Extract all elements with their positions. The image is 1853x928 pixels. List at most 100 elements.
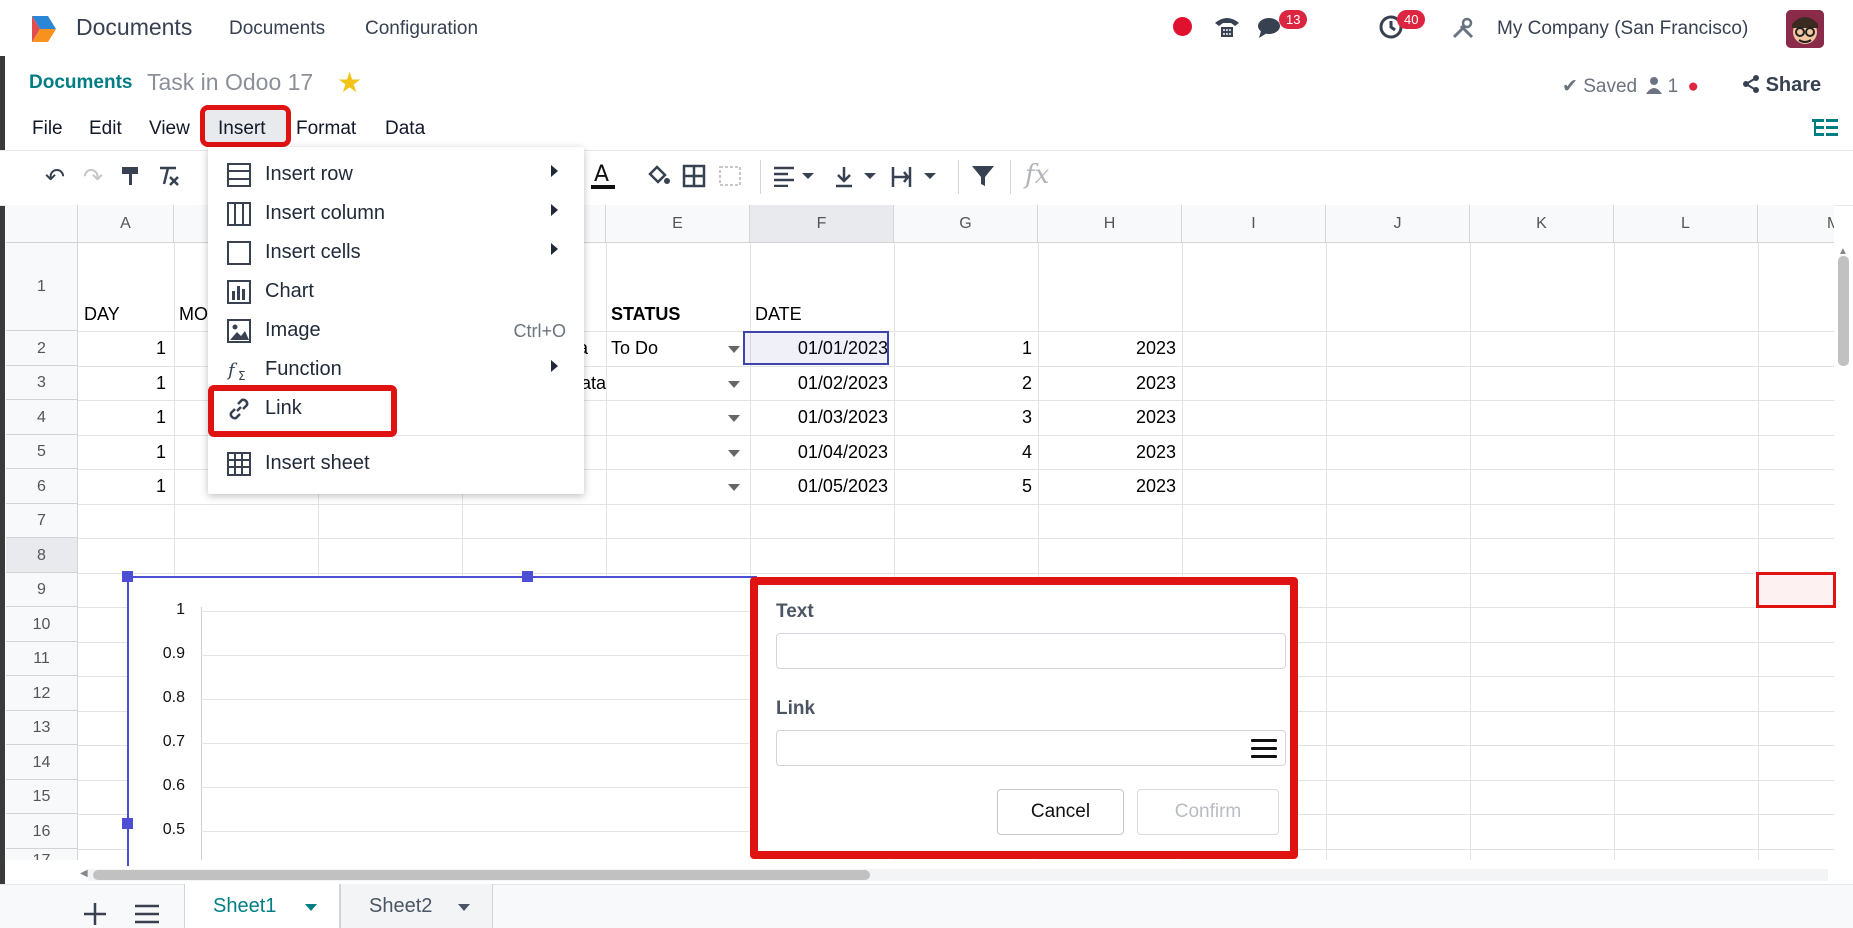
cell-f6[interactable]: 01/05/2023 (755, 476, 888, 497)
menu-edit[interactable]: Edit (89, 118, 122, 140)
row-header-2[interactable]: 2 (6, 331, 78, 366)
confirm-button[interactable]: Confirm (1137, 789, 1279, 835)
side-panel-icon[interactable] (1812, 117, 1838, 141)
column-header-k[interactable]: K (1470, 205, 1614, 243)
cell-b1[interactable]: MO (179, 304, 208, 325)
column-header-m[interactable]: M (1758, 205, 1834, 243)
selected-cell-f8[interactable] (743, 331, 889, 365)
cell-a5[interactable]: 1 (120, 442, 166, 463)
cell-a6[interactable]: 1 (120, 476, 166, 497)
cell-f3[interactable]: 01/02/2023 (755, 373, 888, 394)
status-dropdown-arrow-icon[interactable] (728, 415, 740, 422)
link-url-input[interactable] (776, 730, 1286, 766)
row-header-13[interactable]: 13 (6, 711, 78, 745)
vertical-align-icon[interactable] (832, 165, 878, 189)
cell-g4[interactable]: 3 (900, 407, 1032, 428)
menu-item-insert-row[interactable]: Insert row (208, 155, 584, 194)
undo-icon[interactable]: ↶ (45, 163, 65, 192)
status-dropdown-arrow-icon[interactable] (728, 484, 740, 491)
row-header-12[interactable]: 12 (6, 676, 78, 711)
company-switcher[interactable]: My Company (San Francisco) (1497, 18, 1748, 40)
cell-a4[interactable]: 1 (120, 407, 166, 428)
row-header-3[interactable]: 3 (6, 366, 78, 400)
row-header-11[interactable]: 11 (6, 642, 78, 676)
cell-f4[interactable]: 01/03/2023 (755, 407, 888, 428)
menu-item-insert-column[interactable]: Insert column (208, 194, 584, 233)
menu-item-chart[interactable]: Chart (208, 272, 584, 311)
nav-configuration[interactable]: Configuration (365, 18, 478, 40)
link-text-input[interactable] (776, 633, 1286, 669)
nav-documents[interactable]: Documents (229, 18, 325, 40)
column-header-i[interactable]: I (1182, 205, 1326, 243)
cell-a1[interactable]: DAY (84, 304, 120, 325)
chevron-down-icon[interactable] (305, 904, 317, 911)
menu-format[interactable]: Format (296, 118, 356, 140)
menu-item-image[interactable]: Image Ctrl+O (208, 311, 584, 350)
horizontal-scrollbar-thumb[interactable] (93, 870, 870, 880)
share-button[interactable]: Share (1742, 74, 1821, 97)
status-dropdown-arrow-icon[interactable] (728, 346, 740, 353)
scroll-up-arrow-icon[interactable]: ▲ (1838, 246, 1848, 257)
sheet-list-icon[interactable] (133, 904, 161, 924)
column-header-e[interactable]: E (606, 205, 750, 243)
cell-h6[interactable]: 2023 (1044, 476, 1176, 497)
favorite-star-icon[interactable]: ★ (337, 66, 362, 99)
add-sheet-icon[interactable] (82, 901, 108, 927)
cell-h2[interactable]: 2023 (1044, 338, 1176, 359)
cell-f5[interactable]: 01/04/2023 (755, 442, 888, 463)
cell-a2[interactable]: 1 (120, 338, 166, 359)
column-header-j[interactable]: J (1326, 205, 1470, 243)
row-header-10[interactable]: 10 (6, 607, 78, 642)
column-header-h[interactable]: H (1038, 205, 1182, 243)
cell-f1[interactable]: DATE (755, 304, 802, 325)
merge-cells-icon[interactable] (718, 164, 742, 188)
sheet-tab-sheet1[interactable]: Sheet1 (184, 884, 340, 928)
cell-g5[interactable]: 4 (900, 442, 1032, 463)
row-header-16[interactable]: 16 (6, 814, 78, 849)
user-avatar[interactable] (1786, 10, 1824, 48)
column-header-l[interactable]: L (1614, 205, 1758, 243)
chart-resize-handle[interactable] (122, 818, 133, 829)
vertical-scrollbar-thumb[interactable] (1838, 256, 1849, 366)
cell-e2[interactable]: To Do (611, 338, 658, 359)
row-header-17[interactable]: 17 (6, 849, 78, 860)
menu-item-insert-cells[interactable]: Insert cells (208, 233, 584, 272)
scroll-left-arrow-icon[interactable]: ◀ (80, 868, 88, 879)
text-color-icon[interactable]: A (590, 161, 616, 191)
status-dropdown-arrow-icon[interactable] (728, 450, 740, 457)
row-header-4[interactable]: 4 (6, 400, 78, 435)
recording-dot-icon[interactable] (1173, 17, 1192, 36)
chart-resize-handle[interactable] (122, 571, 133, 582)
corner-cell[interactable] (6, 205, 78, 243)
column-header-g[interactable]: G (894, 205, 1038, 243)
column-header-a[interactable]: A (78, 205, 174, 243)
cell-a3[interactable]: 1 (120, 373, 166, 394)
row-header-9[interactable]: 9 (6, 573, 78, 607)
horizontal-align-icon[interactable] (772, 165, 814, 187)
clear-format-icon[interactable] (156, 165, 180, 187)
row-header-1[interactable]: 1 (6, 243, 78, 331)
odoo-documents-logo-icon[interactable] (26, 12, 60, 46)
menu-file[interactable]: File (32, 118, 63, 140)
spreadsheet-title[interactable]: Task in Odoo 17 (147, 69, 313, 96)
paint-format-icon[interactable] (120, 165, 142, 187)
column-header-f[interactable]: F (750, 205, 894, 243)
cell-g2[interactable]: 1 (900, 338, 1032, 359)
highlighted-cell-m15[interactable] (1756, 572, 1836, 608)
menu-view[interactable]: View (149, 118, 190, 140)
menu-insert[interactable]: Insert (218, 118, 266, 140)
tools-icon[interactable] (1451, 16, 1475, 40)
cell-g3[interactable]: 2 (900, 373, 1032, 394)
cell-e1[interactable]: STATUS (611, 304, 680, 325)
menu-data[interactable]: Data (385, 118, 425, 140)
fill-color-icon[interactable] (645, 163, 671, 189)
menu-item-function[interactable]: fΣ Function (208, 350, 584, 389)
row-header-7[interactable]: 7 (6, 504, 78, 538)
filter-icon[interactable] (970, 164, 996, 188)
cell-g6[interactable]: 5 (900, 476, 1032, 497)
chevron-down-icon[interactable] (458, 904, 470, 911)
cell-h4[interactable]: 2023 (1044, 407, 1176, 428)
chart-figure[interactable] (127, 576, 757, 866)
borders-icon[interactable] (682, 164, 706, 188)
cell-h5[interactable]: 2023 (1044, 442, 1176, 463)
